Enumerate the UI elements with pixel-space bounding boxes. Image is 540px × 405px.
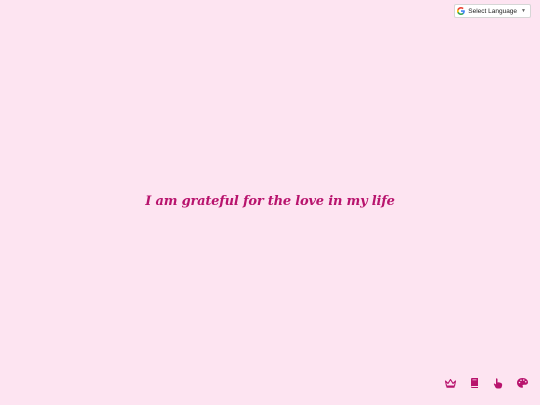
google-g-icon xyxy=(457,7,466,15)
book-icon[interactable] xyxy=(468,377,480,389)
bottom-toolbar xyxy=(444,377,528,389)
select-language-dropdown[interactable]: Select Language ▼ xyxy=(454,4,531,18)
affirmation-text: I am grateful for the love in my life xyxy=(145,194,395,209)
chevron-down-icon: ▼ xyxy=(521,8,526,14)
hand-pointer-icon[interactable] xyxy=(492,377,504,389)
palette-icon[interactable] xyxy=(516,377,528,389)
select-language-label: Select Language xyxy=(468,7,518,15)
crown-icon[interactable] xyxy=(444,377,456,389)
